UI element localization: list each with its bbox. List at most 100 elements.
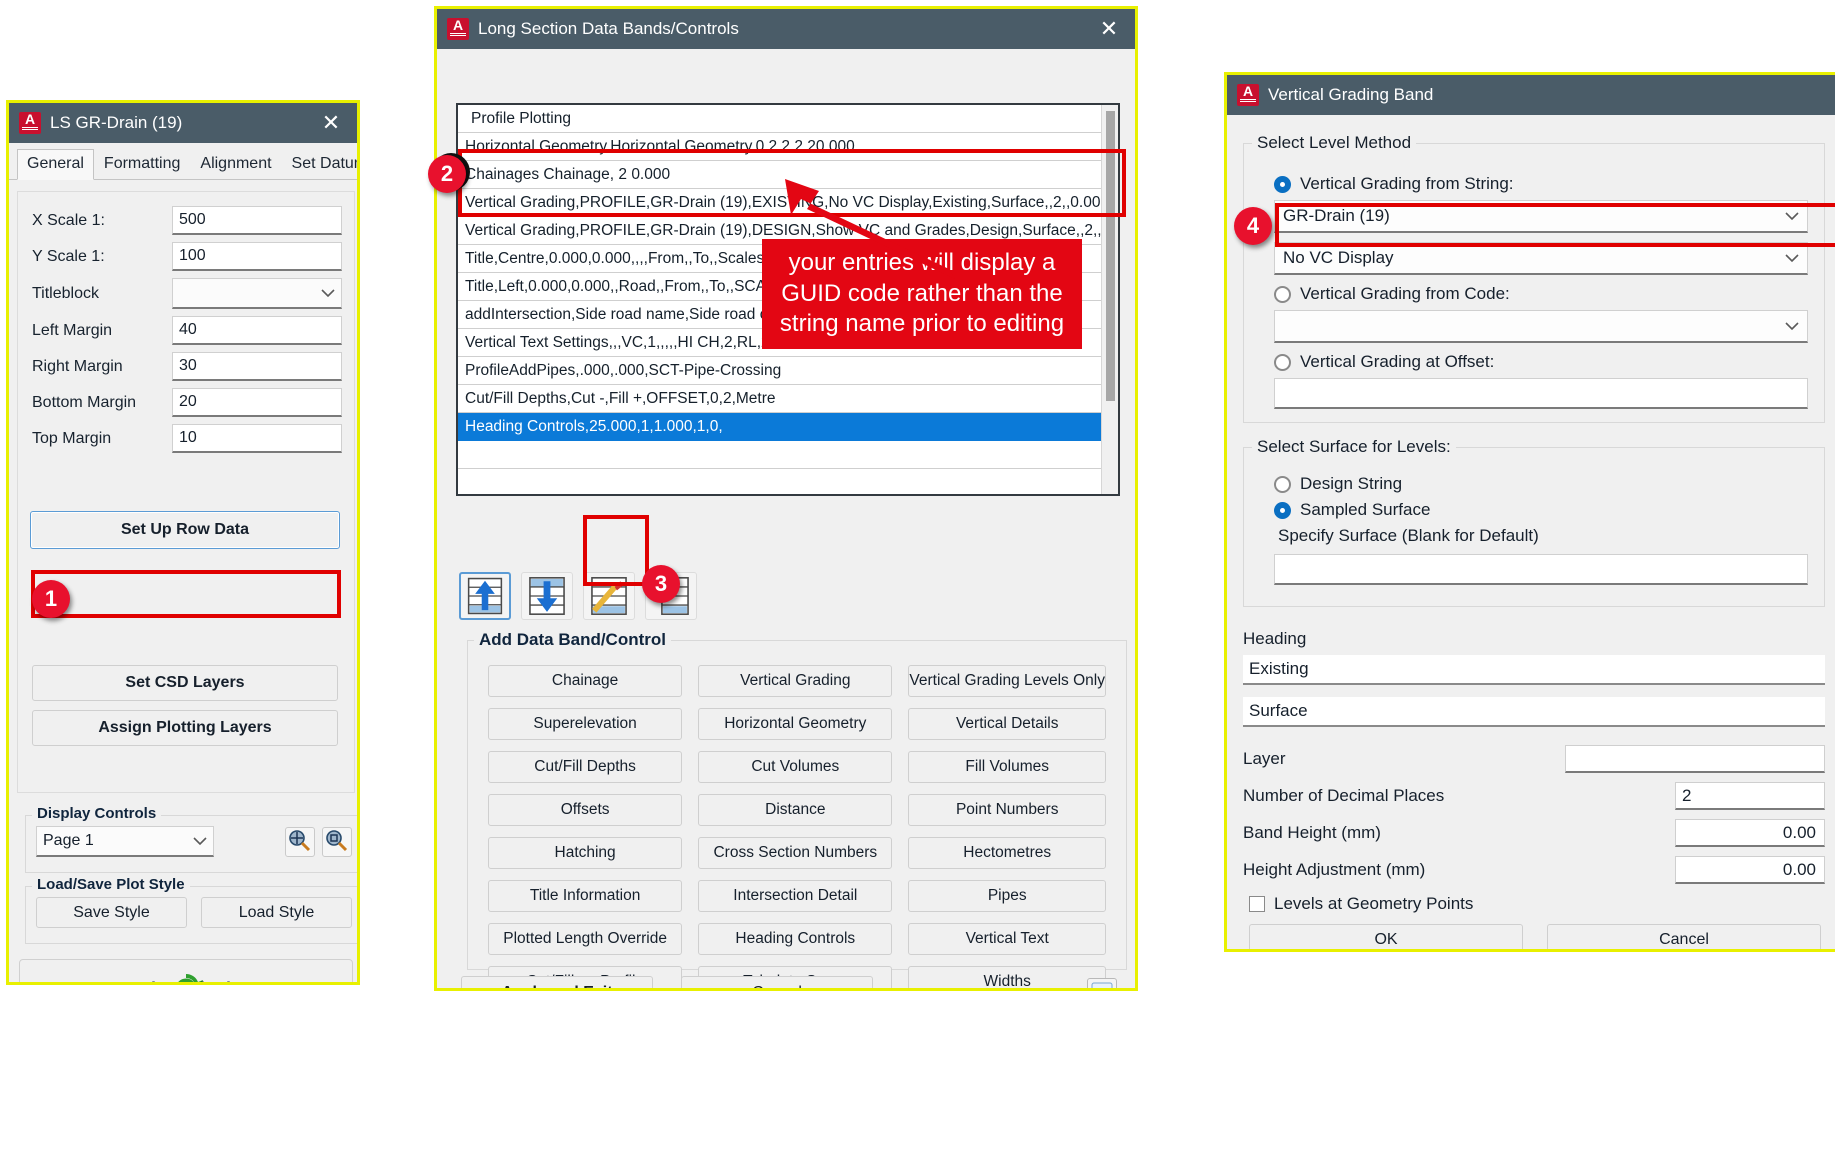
chevron-down-icon <box>1785 211 1799 220</box>
band-button-superelevation[interactable]: Superelevation <box>488 708 683 740</box>
ok-button[interactable]: OK <box>1249 924 1523 949</box>
select-level-method-group: Select Level Method Vertical Grading fro… <box>1243 133 1825 423</box>
vg-code-combo[interactable] <box>1274 310 1808 343</box>
scrollbar-thumb[interactable] <box>1106 111 1115 401</box>
save-style-button[interactable]: Save Style <box>36 897 187 928</box>
surface-input[interactable]: Surface <box>1243 697 1825 727</box>
annotation-callout: your entries will display a GUID code ra… <box>762 239 1082 350</box>
cancel-button[interactable]: Cancel <box>681 976 873 988</box>
edit-row-icon[interactable] <box>583 572 635 620</box>
list-item[interactable]: Profile Plotting <box>458 105 1101 133</box>
update-display-button[interactable]: Update Display <box>19 959 353 982</box>
height-adjustment-input[interactable]: 0.00 <box>1675 856 1825 884</box>
titleblock-combo[interactable] <box>172 278 342 309</box>
mid-dialog-titlebar: Long Section Data Bands/Controls ✕ <box>437 9 1135 49</box>
decimal-places-input[interactable]: 2 <box>1675 782 1825 810</box>
autocad-logo-icon <box>19 111 41 134</box>
field-row-left-margin: Left Margin 40 <box>22 316 342 345</box>
help-icon[interactable]: ? <box>1087 977 1117 989</box>
band-button-cut-volumes[interactable]: Cut Volumes <box>698 751 893 783</box>
assign-plotting-layers-button[interactable]: Assign Plotting Layers <box>32 710 338 746</box>
band-button-vertical-text[interactable]: Vertical Text <box>908 923 1106 955</box>
list-item[interactable]: Chainages Chainage, 2 0.000 <box>458 161 1101 189</box>
tab-set-datum[interactable]: Set Datum <box>282 149 357 179</box>
tab-alignment[interactable]: Alignment <box>190 149 281 179</box>
pan-zoom-icon[interactable] <box>285 826 315 857</box>
left-margin-label: Left Margin <box>32 321 113 339</box>
specify-surface-input[interactable] <box>1274 554 1808 585</box>
cancel-button[interactable]: Cancel <box>1547 924 1821 949</box>
list-item[interactable]: Horizontal Geometry,Horizontal,Geometry,… <box>458 133 1101 161</box>
top-margin-input[interactable]: 10 <box>172 424 342 453</box>
band-button-vertical-grading[interactable]: Vertical Grading <box>698 665 893 697</box>
band-button-title-information[interactable]: Title Information <box>488 880 683 912</box>
radio-sampled-surface[interactable]: Sampled Surface <box>1274 500 1808 520</box>
vc-display-combo[interactable]: No VC Display <box>1274 242 1808 275</box>
field-row-bottom-margin: Bottom Margin 20 <box>22 388 342 417</box>
band-height-label: Band Height (mm) <box>1243 823 1381 842</box>
edit-row-glyph <box>591 577 627 615</box>
move-row-down-icon[interactable] <box>521 572 573 620</box>
move-row-up-icon[interactable] <box>459 572 511 620</box>
band-height-input[interactable]: 0.00 <box>1675 819 1825 847</box>
select-surface-group: Select Surface for Levels: Design String… <box>1243 437 1825 607</box>
bottom-margin-input[interactable]: 20 <box>172 388 342 417</box>
x-scale-input[interactable]: 500 <box>172 206 342 235</box>
list-item[interactable]: Cut/Fill Depths,Cut -,Fill +,OFFSET,0,2,… <box>458 385 1101 413</box>
apply-and-exit-button[interactable]: Apply and Exit <box>461 976 653 988</box>
left-margin-input[interactable]: 40 <box>172 316 342 345</box>
band-button-heading-controls[interactable]: Heading Controls <box>698 923 893 955</box>
band-button-vertical-details[interactable]: Vertical Details <box>908 708 1106 740</box>
left-dialog-title: LS GR-Drain (19) <box>50 113 183 132</box>
radio-vg-from-code[interactable]: Vertical Grading from Code: <box>1274 284 1808 304</box>
load-style-button[interactable]: Load Style <box>201 897 352 928</box>
list-item[interactable]: Vertical Grading,PROFILE,GR-Drain (19),E… <box>458 189 1101 217</box>
chevron-down-icon <box>1785 253 1799 262</box>
page-combo[interactable]: Page 1 <box>36 826 214 857</box>
row-layer: Layer <box>1243 745 1825 773</box>
vg-offset-input[interactable] <box>1274 378 1808 409</box>
list-item[interactable] <box>458 441 1101 469</box>
field-row-x-scale: X Scale 1: 500 <box>22 206 342 235</box>
vg-string-combo[interactable]: GR-Drain (19) <box>1274 200 1808 233</box>
list-vertical-scrollbar[interactable] <box>1101 105 1118 494</box>
tab-general[interactable]: General <box>17 149 94 180</box>
band-button-horizontal-geometry[interactable]: Horizontal Geometry <box>698 708 893 740</box>
radio-vg-at-offset[interactable]: Vertical Grading at Offset: <box>1274 352 1808 372</box>
levels-at-geometry-points-checkbox[interactable]: Levels at Geometry Points <box>1249 894 1835 914</box>
band-button-distance[interactable]: Distance <box>698 794 893 826</box>
autocad-logo-icon <box>447 17 469 40</box>
close-icon[interactable]: ✕ <box>311 106 351 140</box>
band-button-offsets[interactable]: Offsets <box>488 794 683 826</box>
band-button-chainage[interactable]: Chainage <box>488 665 683 697</box>
y-scale-input[interactable]: 100 <box>172 242 342 271</box>
band-button-point-numbers[interactable]: Point Numbers <box>908 794 1106 826</box>
band-button-pipes[interactable]: Pipes <box>908 880 1106 912</box>
list-item[interactable] <box>458 469 1101 494</box>
band-button-plotted-length-override[interactable]: Plotted Length Override <box>488 923 683 955</box>
radio-design-string[interactable]: Design String <box>1274 474 1808 494</box>
band-button-hatching[interactable]: Hatching <box>488 837 683 869</box>
band-button-hectometres[interactable]: Hectometres <box>908 837 1106 869</box>
layer-input[interactable] <box>1565 745 1825 773</box>
list-item[interactable]: ProfileAddPipes,.000,.000,SCT-Pipe-Cross… <box>458 357 1101 385</box>
band-button-vertical-grading-levels-only[interactable]: Vertical Grading Levels Only <box>908 665 1106 697</box>
band-button-intersection-detail[interactable]: Intersection Detail <box>698 880 893 912</box>
row-decimal-places: Number of Decimal Places 2 <box>1243 782 1825 810</box>
band-button-fill-volumes[interactable]: Fill Volumes <box>908 751 1106 783</box>
svg-text:?: ? <box>1098 985 1107 989</box>
right-margin-input[interactable]: 30 <box>172 352 342 381</box>
select-surface-title: Select Surface for Levels: <box>1252 437 1456 457</box>
band-button-cut-fill-depths[interactable]: Cut/Fill Depths <box>488 751 683 783</box>
radio-vg-from-string[interactable]: Vertical Grading from String: <box>1274 174 1808 194</box>
band-button-cross-section-numbers[interactable]: Cross Section Numbers <box>698 837 893 869</box>
set-up-row-data-button[interactable]: Set Up Row Data <box>30 511 340 549</box>
left-dialog-body: General Formatting Alignment Set Datum X… <box>9 143 357 982</box>
set-csd-layers-button[interactable]: Set CSD Layers <box>32 665 338 701</box>
close-icon[interactable]: ✕ <box>1089 12 1129 46</box>
heading-input[interactable]: Existing <box>1243 655 1825 685</box>
display-controls-group: Display Controls Page 1 <box>25 805 357 873</box>
tab-formatting[interactable]: Formatting <box>94 149 190 179</box>
list-item-selected[interactable]: Heading Controls,25.000,1,1.000,1,0, <box>458 413 1101 441</box>
zoom-window-icon[interactable] <box>322 826 352 857</box>
